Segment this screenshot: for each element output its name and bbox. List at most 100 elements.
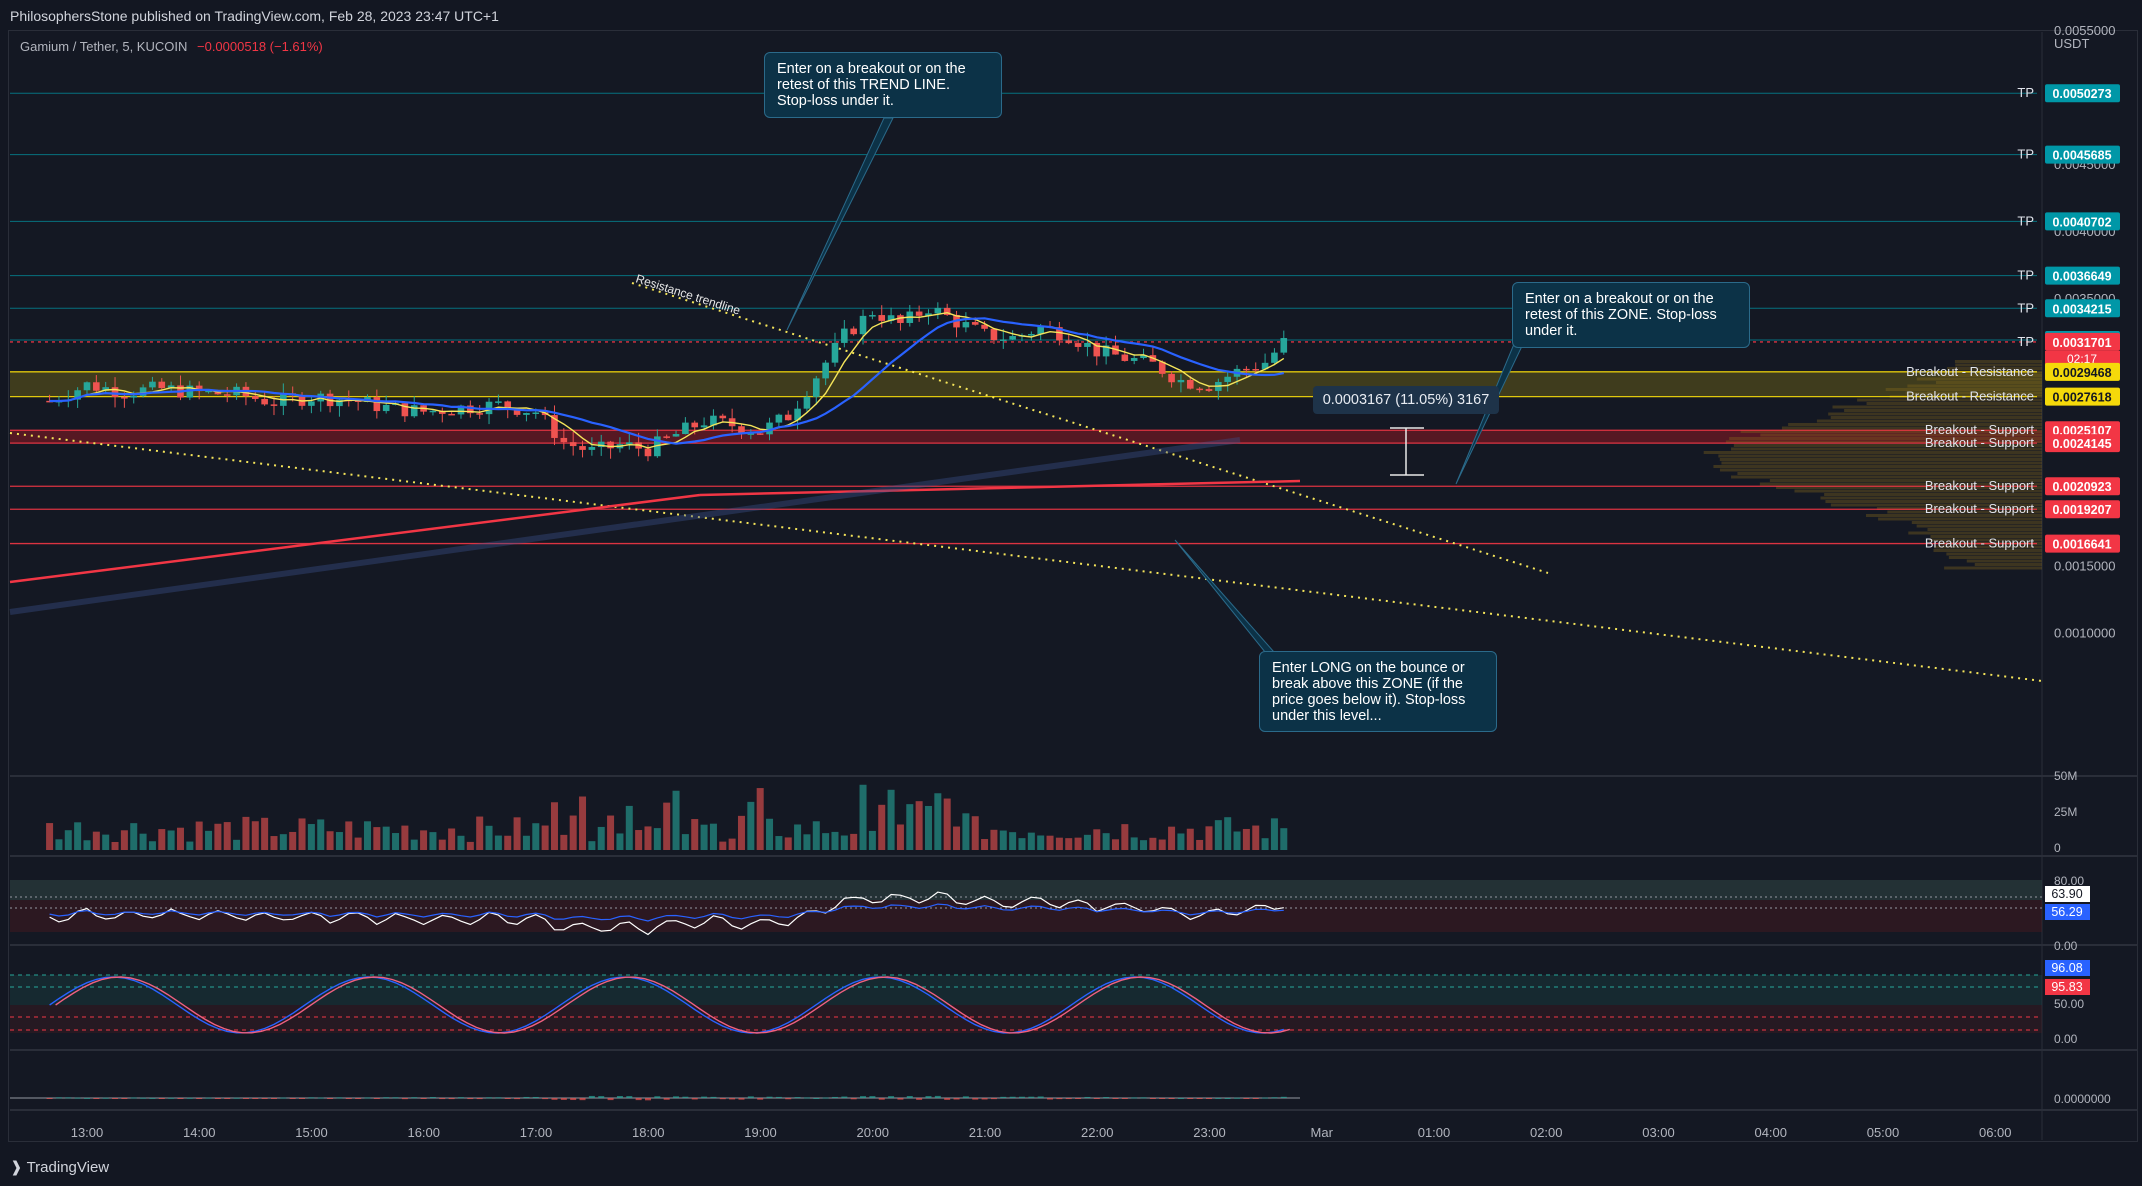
- rsi-signal-label: 56.29: [2051, 905, 2082, 919]
- tradingview-logo-icon: ❱: [10, 1158, 23, 1176]
- candle-body: [682, 423, 689, 434]
- price-tag-label: 0.0050273: [2052, 87, 2111, 101]
- brand-label: TradingView: [27, 1159, 110, 1176]
- volume-bar: [1018, 838, 1025, 850]
- volume-bar: [635, 830, 642, 850]
- volume-bar: [738, 816, 745, 850]
- chart-canvas[interactable]: USDT0.00550000.00500000.00450000.0040000…: [0, 0, 2142, 1186]
- y-tick-label: 0.0055000: [2054, 23, 2115, 38]
- symbol-name[interactable]: Gamium / Tether, 5, KUCOIN: [20, 39, 187, 54]
- volume-bar: [542, 826, 549, 850]
- macd-bar: [1122, 1098, 1128, 1099]
- volume-bar: [598, 827, 605, 850]
- volume-bar: [140, 834, 147, 850]
- volume-bar: [46, 823, 53, 850]
- macd-bar: [140, 1098, 146, 1099]
- volume-profile-bar: [1737, 472, 2042, 475]
- macd-bar: [1141, 1097, 1147, 1098]
- candle-body: [383, 405, 390, 411]
- macd-bar: [757, 1098, 763, 1100]
- callout-zone[interactable]: Enter on a breakout or on the retest of …: [1512, 282, 1750, 348]
- callout-trendline[interactable]: Enter on a breakout or on the retest of …: [764, 52, 1002, 118]
- level-label: TP: [2017, 85, 2034, 100]
- macd-bar: [617, 1096, 623, 1098]
- volume-bar: [934, 793, 941, 850]
- macd-bar: [168, 1098, 174, 1099]
- volume-bar: [850, 834, 857, 850]
- volume-bar: [1075, 838, 1082, 850]
- candle-body: [1000, 339, 1007, 341]
- volume-bar: [747, 802, 754, 850]
- volume-bar: [1271, 818, 1278, 850]
- macd-bar: [664, 1098, 670, 1100]
- macd-bar: [580, 1098, 586, 1100]
- macd-bar: [907, 1096, 913, 1098]
- macd-bar: [1103, 1097, 1109, 1098]
- macd-bar: [851, 1098, 857, 1099]
- macd-bar: [1271, 1097, 1277, 1098]
- volume-bar: [972, 816, 979, 850]
- measure-tooltip[interactable]: 0.0003167 (11.05%) 3167: [1313, 386, 1499, 414]
- x-tick-label: 14:00: [183, 1125, 216, 1140]
- volume-profile-bar: [1831, 416, 2042, 419]
- ma-slow-right: [700, 481, 1300, 495]
- volume-profile-bar: [1720, 469, 2042, 472]
- candle-body: [261, 399, 268, 404]
- volume-bar: [644, 826, 651, 850]
- stoch-lower-band: [10, 1005, 2042, 1033]
- volume-tick-label: 0: [2054, 841, 2061, 855]
- ma-long-band: [10, 440, 1240, 612]
- macd-bar: [701, 1097, 707, 1098]
- candle-body: [1168, 374, 1175, 382]
- volume-bar: [467, 842, 474, 850]
- candle-body: [308, 401, 315, 405]
- macd-bar: [738, 1098, 744, 1100]
- volume-bar: [1112, 839, 1119, 850]
- macd-bar: [177, 1098, 183, 1099]
- macd-bar: [131, 1097, 137, 1098]
- candle-body: [972, 322, 979, 325]
- volume-bar: [766, 819, 773, 850]
- macd-bar: [626, 1096, 632, 1098]
- volume-bar: [401, 826, 408, 850]
- macd-bar: [1281, 1097, 1287, 1098]
- macd-bar: [860, 1096, 866, 1098]
- macd-bar: [589, 1096, 595, 1098]
- volume-bar: [392, 833, 399, 850]
- volume-bar: [439, 840, 446, 850]
- volume-bar: [1056, 838, 1063, 850]
- x-tick-label: 03:00: [1642, 1125, 1675, 1140]
- macd-bar: [636, 1098, 642, 1100]
- volume-profile-bar: [1721, 462, 2042, 465]
- macd-bar: [505, 1098, 511, 1099]
- volume-bar: [299, 818, 306, 850]
- macd-bar: [327, 1098, 333, 1099]
- volume-bar: [1177, 833, 1184, 850]
- level-label: TP: [2017, 334, 2034, 349]
- candle-body: [1252, 369, 1259, 371]
- volume-bar: [1093, 829, 1100, 850]
- macd-bar: [467, 1098, 473, 1099]
- volume-bar: [560, 835, 567, 850]
- candle-body: [860, 316, 867, 334]
- volume-bar: [579, 797, 586, 850]
- candle-body: [523, 413, 530, 415]
- x-tick-label: 16:00: [407, 1125, 440, 1140]
- volume-profile-bar: [1908, 532, 2042, 535]
- candle-body: [841, 329, 848, 343]
- symbol-legend[interactable]: Gamium / Tether, 5, KUCOIN −0.0000518 (−…: [20, 39, 323, 54]
- volume-bar: [308, 824, 315, 850]
- macd-bar: [1019, 1097, 1025, 1098]
- volume-bar: [327, 831, 334, 850]
- candle-body: [1075, 343, 1082, 347]
- candle-body: [495, 401, 502, 403]
- volume-bar: [626, 806, 633, 850]
- macd-bar: [290, 1098, 296, 1099]
- macd-bar: [561, 1098, 567, 1100]
- macd-bar: [430, 1097, 436, 1098]
- volume-bar: [429, 832, 436, 850]
- tradingview-logo[interactable]: ❱ TradingView: [10, 1158, 109, 1176]
- macd-bar: [1169, 1098, 1175, 1099]
- macd-bar: [1047, 1098, 1053, 1100]
- callout-long[interactable]: Enter LONG on the bounce or break above …: [1259, 651, 1497, 732]
